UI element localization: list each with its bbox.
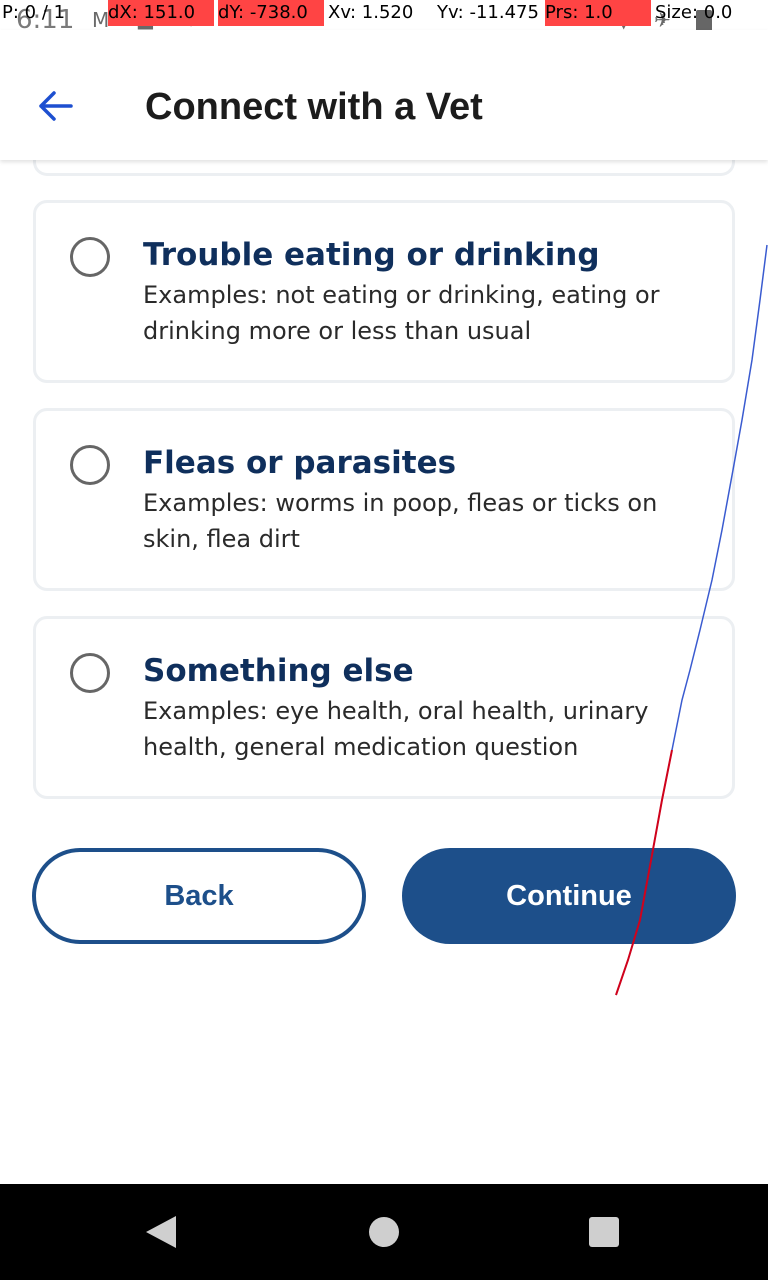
continue-button[interactable]: Continue bbox=[402, 848, 736, 944]
debug-dx: dX: 151.0 bbox=[108, 0, 214, 26]
option-title: Fleas or parasites bbox=[143, 445, 457, 481]
gmail-icon: M bbox=[92, 8, 110, 32]
debug-dy: dY: -738.0 bbox=[218, 0, 324, 26]
nav-back-icon[interactable] bbox=[146, 1216, 176, 1248]
option-title: Trouble eating or drinking bbox=[143, 237, 600, 273]
radio-button[interactable] bbox=[70, 237, 110, 277]
option-description: Examples: not eating or drinking, eating… bbox=[143, 281, 660, 345]
app-header: Connect with a Vet bbox=[0, 30, 768, 160]
option-description: Examples: worms in poop, fleas or ticks … bbox=[143, 489, 658, 553]
option-card-fleas-parasites[interactable]: Fleas or parasites Examples: worms in po… bbox=[33, 408, 735, 591]
arrow-left-icon[interactable] bbox=[34, 84, 78, 128]
option-title: Something else bbox=[143, 653, 414, 689]
option-card-something-else[interactable]: Something else Examples: eye health, ora… bbox=[33, 616, 735, 799]
option-card-trouble-eating[interactable]: Trouble eating or drinking Examples: not… bbox=[33, 200, 735, 383]
debug-size: Size: 0.0 bbox=[655, 2, 733, 23]
debug-xv: Xv: 1.520 bbox=[328, 2, 414, 23]
radio-button[interactable] bbox=[70, 653, 110, 693]
navigation-bar bbox=[0, 1184, 768, 1280]
nav-recent-apps-icon[interactable] bbox=[589, 1217, 619, 1247]
status-bar: 6:11 M ■ ▾ ▼ ✈ P: 0 / 1 dX: 151.0 dY: -7… bbox=[0, 0, 768, 34]
radio-button[interactable] bbox=[70, 445, 110, 485]
nav-home-icon[interactable] bbox=[369, 1217, 399, 1247]
option-description: Examples: eye health, oral health, urina… bbox=[143, 697, 649, 761]
page-title: Connect with a Vet bbox=[145, 86, 483, 128]
debug-pointer: P: 0 / 1 bbox=[2, 2, 66, 23]
back-button[interactable]: Back bbox=[32, 848, 366, 944]
debug-yv: Yv: -11.475 bbox=[437, 2, 539, 23]
debug-prs: Prs: 1.0 bbox=[545, 0, 651, 26]
